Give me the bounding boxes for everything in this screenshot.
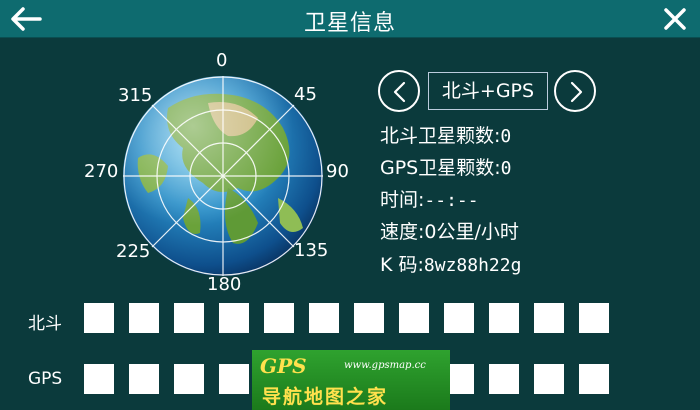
watermark-url: www.gpsmap.cc	[344, 360, 426, 371]
signal-slot	[399, 303, 429, 333]
signal-slot	[129, 364, 159, 394]
time-value: --:--	[424, 190, 479, 211]
signal-slot	[264, 303, 294, 333]
signal-slot	[129, 303, 159, 333]
beidou-signal-label: 北斗	[28, 314, 62, 334]
beidou-count-row: 北斗卫星颗数:0	[380, 121, 511, 148]
chevron-left-icon	[393, 81, 406, 103]
signal-slot	[444, 303, 474, 333]
signal-slot	[579, 364, 609, 394]
speed-label: 速度:	[380, 221, 425, 243]
title-bar: 卫星信息	[0, 0, 700, 38]
sky-plot: 0 45 90 135 180 225 270 315	[84, 48, 349, 298]
compass-label-0: 0	[216, 50, 228, 71]
compass-label-135: 135	[294, 240, 329, 261]
signal-slot	[309, 303, 339, 333]
gps-count-row: GPS卫星颗数:0	[380, 153, 512, 180]
signal-slot	[84, 364, 114, 394]
compass-label-270: 270	[84, 161, 119, 182]
compass-label-90: 90	[326, 161, 349, 182]
watermark-subtitle: 导航地图之家	[262, 386, 389, 408]
signal-slot	[219, 303, 249, 333]
signal-slot	[534, 303, 564, 333]
signal-slot	[84, 303, 114, 333]
signal-slot	[174, 303, 204, 333]
beidou-signal-bars	[84, 303, 609, 333]
gps-count-value: 0	[500, 158, 512, 179]
compass-label-45: 45	[294, 84, 317, 105]
signal-slot	[219, 364, 249, 394]
speed-value: 0公里/小时	[424, 221, 519, 243]
mode-value: 北斗+GPS	[428, 72, 548, 110]
gps-count-label: GPS卫星颗数:	[380, 157, 501, 179]
k-code-label: K 码:	[380, 254, 424, 276]
close-icon	[664, 8, 686, 30]
k-code-value: 8wz88h22g	[423, 255, 522, 276]
beidou-count-value: 0	[500, 126, 512, 147]
k-code-row: K 码:8wz88h22g	[380, 250, 521, 277]
prev-mode-button[interactable]	[378, 70, 420, 112]
time-row: 时间:--:--	[380, 185, 479, 212]
signal-slot	[174, 364, 204, 394]
compass-label-225: 225	[116, 241, 151, 262]
watermark-gps: GPS	[260, 354, 307, 378]
signal-slot	[489, 303, 519, 333]
compass-label-180: 180	[207, 274, 242, 295]
close-button[interactable]	[662, 6, 688, 32]
signal-slot	[354, 303, 384, 333]
beidou-count-label: 北斗卫星颗数:	[380, 125, 501, 147]
compass-label-315: 315	[118, 85, 153, 106]
signal-slot	[534, 364, 564, 394]
next-mode-button[interactable]	[554, 70, 596, 112]
watermark-logo: GPS www.gpsmap.cc 导航地图之家	[252, 350, 450, 410]
gps-signal-label: GPS	[28, 369, 63, 389]
page-title: 卫星信息	[303, 11, 396, 36]
signal-slot	[579, 303, 609, 333]
signal-slot	[489, 364, 519, 394]
chevron-right-icon	[570, 81, 583, 103]
speed-row: 速度:0公里/小时	[380, 217, 519, 244]
time-label: 时间:	[380, 189, 425, 211]
